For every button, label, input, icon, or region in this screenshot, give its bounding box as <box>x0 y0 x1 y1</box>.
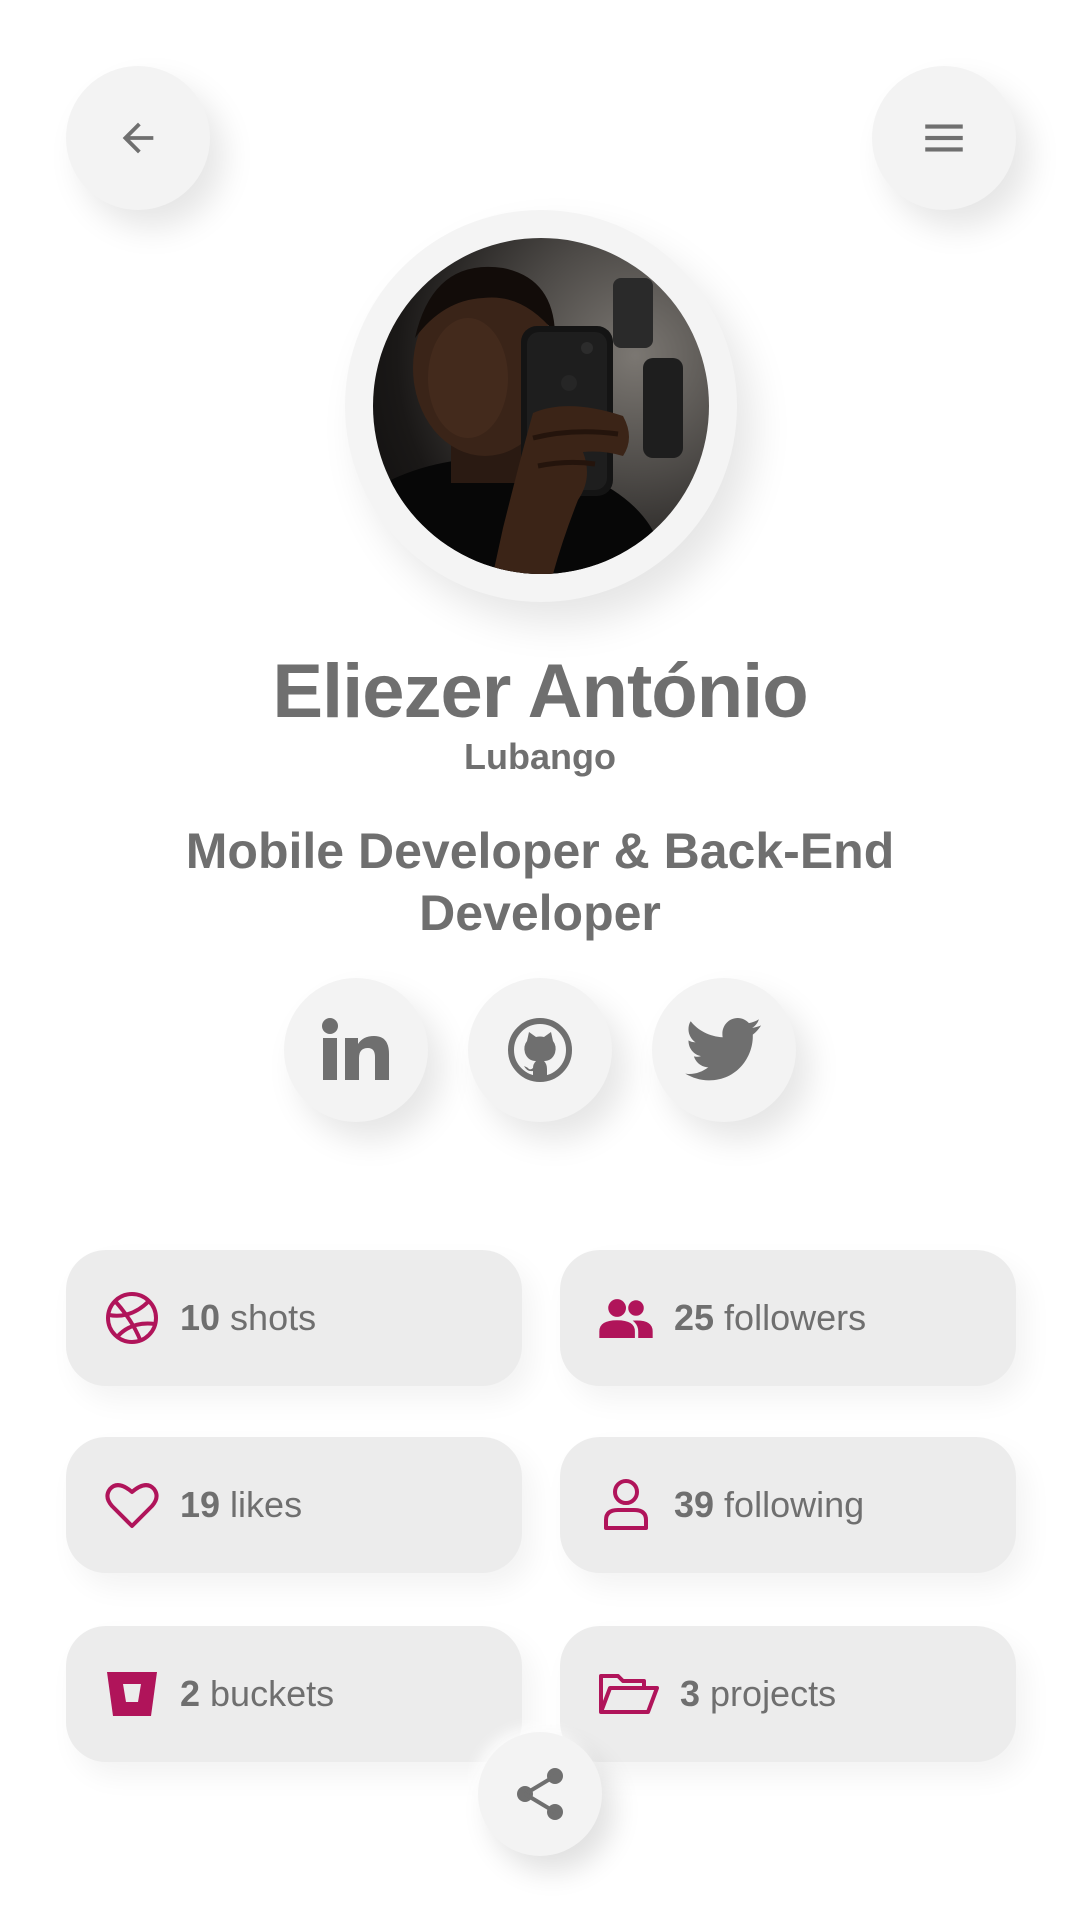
menu-button[interactable] <box>872 66 1016 210</box>
stat-value: 10 <box>180 1297 221 1338</box>
stat-label: shots <box>230 1297 317 1338</box>
stat-value: 3 <box>680 1673 701 1714</box>
stat-label: following <box>724 1484 865 1525</box>
stat-label: likes <box>230 1484 303 1525</box>
bucket-icon <box>104 1666 160 1722</box>
stat-projects[interactable]: 3 projects <box>560 1626 1016 1762</box>
stat-buckets[interactable]: 2 buckets <box>66 1626 522 1762</box>
stat-value: 25 <box>674 1297 715 1338</box>
profile-location: Lubango <box>464 736 616 777</box>
dribbble-icon <box>104 1290 160 1346</box>
folder-open-icon <box>598 1666 660 1722</box>
stat-value: 19 <box>180 1484 221 1525</box>
share-icon <box>517 1768 563 1820</box>
back-button[interactable] <box>66 66 210 210</box>
arrow-left-icon <box>122 122 154 154</box>
heart-icon <box>104 1477 160 1533</box>
stat-shots[interactable]: 10 shots <box>66 1250 522 1386</box>
stat-label: followers <box>724 1297 867 1338</box>
stat-label: projects <box>710 1673 837 1714</box>
stat-likes[interactable]: 19 likes <box>66 1437 522 1573</box>
twitter-icon <box>685 1018 762 1081</box>
people-icon <box>598 1290 654 1346</box>
github-button[interactable] <box>468 978 612 1122</box>
stat-followers[interactable]: 25 followers <box>560 1250 1016 1386</box>
hamburger-menu-icon <box>925 124 963 152</box>
profile-role: Mobile Developer & Back-End Developer <box>185 823 895 941</box>
twitter-button[interactable] <box>652 978 796 1122</box>
linkedin-icon <box>322 1018 389 1080</box>
profile-name: Eliezer António <box>272 649 808 734</box>
person-icon <box>598 1477 654 1533</box>
stat-label: buckets <box>210 1673 335 1714</box>
stat-value: 39 <box>674 1484 715 1525</box>
avatar <box>373 238 709 574</box>
stat-following[interactable]: 39 following <box>560 1437 1016 1573</box>
avatar-frame <box>345 210 737 602</box>
share-button[interactable] <box>478 1732 602 1856</box>
linkedin-button[interactable] <box>284 978 428 1122</box>
github-icon <box>508 1018 572 1082</box>
stat-value: 2 <box>180 1673 201 1714</box>
